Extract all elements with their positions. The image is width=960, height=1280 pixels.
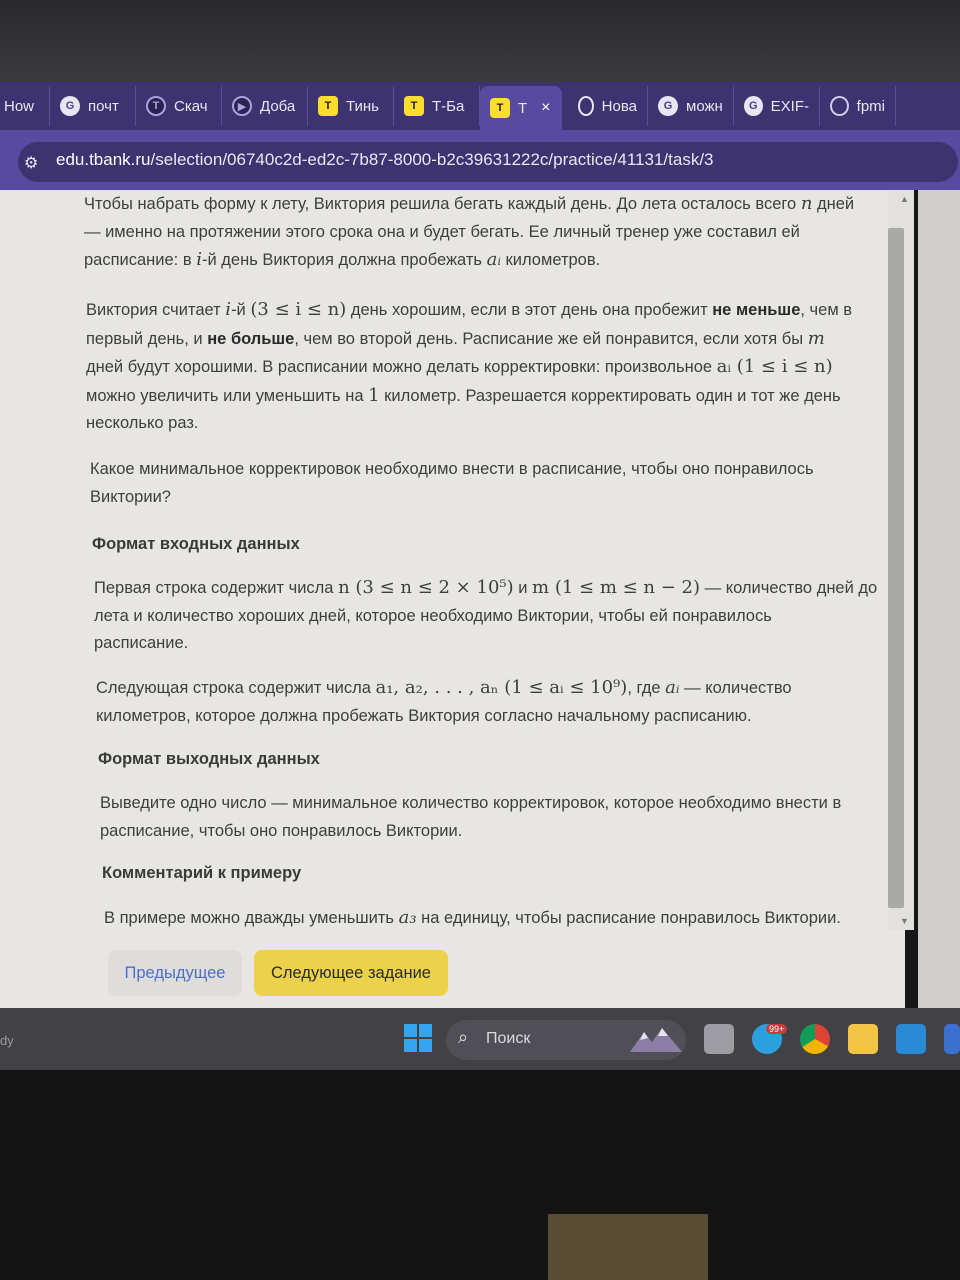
screen-bezel <box>0 0 960 82</box>
taskbar-search-label: Поиск <box>486 1030 531 1047</box>
tab-search[interactable]: G можн <box>648 86 734 126</box>
tbank-icon: T <box>490 98 510 118</box>
app-icon[interactable] <box>944 1024 960 1054</box>
output-format-heading: Формат выходных данных <box>98 750 320 768</box>
url-path: /selection/06740c2d-ed2c-7b87-8000-b2c39… <box>150 150 714 169</box>
tbank-dev-icon: T <box>146 96 166 116</box>
tab-new-chat[interactable]: Нова <box>562 86 648 126</box>
url-domain: edu.tbank.ru <box>56 150 151 169</box>
mountain-widget-icon[interactable] <box>630 1024 682 1054</box>
laptop-bezel-bottom <box>0 1070 960 1280</box>
tab-strip: How G почт T Скач ▶ Доба T Тинь T Т-Ба T… <box>0 82 960 130</box>
tab-label: Тинь <box>346 97 379 115</box>
windows-start-icon[interactable] <box>404 1024 432 1052</box>
tab-label: Доба <box>260 97 296 115</box>
chatgpt-icon <box>578 96 594 116</box>
tab-label: Скач <box>174 97 208 115</box>
output-format-paragraph: Выведите одно число — минимальное количе… <box>100 794 842 840</box>
statement-paragraph-2: Виктория считает i-й (3 ≤ i ≤ n) день хо… <box>86 299 853 432</box>
play-icon: ▶ <box>232 96 252 116</box>
google-icon: G <box>60 96 80 116</box>
tab-label: Нова <box>601 97 637 115</box>
page-edge <box>918 190 960 1008</box>
search-icon: ⌕ <box>458 1027 469 1047</box>
tab-tinkoff[interactable]: T Тинь <box>308 86 394 126</box>
scroll-up-icon[interactable]: ▲ <box>900 194 909 204</box>
tbank-icon: T <box>404 96 424 116</box>
tab-tbank[interactable]: T Т-Ба <box>394 86 480 126</box>
tab-label: How <box>4 97 35 115</box>
tbank-icon: T <box>318 96 338 116</box>
notification-badge: 99+ <box>766 1024 788 1034</box>
input-format-paragraph-1: Первая строка содержит числа n (3 ≤ n ≤ … <box>94 577 878 652</box>
file-explorer-icon[interactable] <box>848 1024 878 1054</box>
example-comment-text: В примере можно дважды уменьшить a₃ на е… <box>104 907 841 928</box>
vscode-icon[interactable] <box>896 1024 926 1054</box>
keyboard-sticker <box>548 1214 708 1280</box>
tab-exif[interactable]: G EXIF- <box>734 86 820 126</box>
input-format-heading: Формат входных данных <box>92 535 300 553</box>
next-task-button[interactable]: Следующее задание <box>254 950 448 996</box>
tab-label: Т-Ба <box>432 97 465 115</box>
site-settings-icon[interactable]: ⚙ <box>24 153 38 173</box>
status-fragment: dy <box>0 1033 14 1048</box>
tab-label: fpmi <box>856 97 885 115</box>
google-icon: G <box>744 96 763 116</box>
tab-active-tbank[interactable]: T Т × <box>480 86 562 130</box>
scroll-down-icon[interactable]: ▼ <box>900 916 909 926</box>
example-comment-heading: Комментарий к примеру <box>102 864 302 882</box>
tab-how[interactable]: How <box>0 86 50 126</box>
statement-paragraph-1: Чтобы набрать форму к лету, Виктория реш… <box>84 193 855 270</box>
tab-label: Т <box>518 99 528 117</box>
tab-label: можн <box>686 97 723 115</box>
chrome-icon[interactable] <box>800 1024 830 1054</box>
previous-task-button[interactable]: Предыдущее <box>108 950 242 996</box>
tab-fpmi[interactable]: fpmi <box>820 86 896 126</box>
tab-label: EXIF- <box>770 97 809 115</box>
tab-add[interactable]: ▶ Доба <box>222 86 308 126</box>
task-view-icon[interactable] <box>704 1024 734 1054</box>
close-icon[interactable]: × <box>541 99 550 117</box>
tab-label: почт <box>88 97 119 115</box>
tab-download[interactable]: T Скач <box>136 86 222 126</box>
input-format-paragraph-2: Следующая строка содержит числа a₁, a₂, … <box>96 677 792 725</box>
globe-icon <box>830 96 849 116</box>
url-text[interactable]: edu.tbank.ru/selection/06740c2d-ed2c-7b8… <box>56 150 714 170</box>
tab-mail[interactable]: G почт <box>50 86 136 126</box>
question-text: Какое минимальное корректировок необходи… <box>90 460 814 506</box>
google-icon: G <box>658 96 678 116</box>
